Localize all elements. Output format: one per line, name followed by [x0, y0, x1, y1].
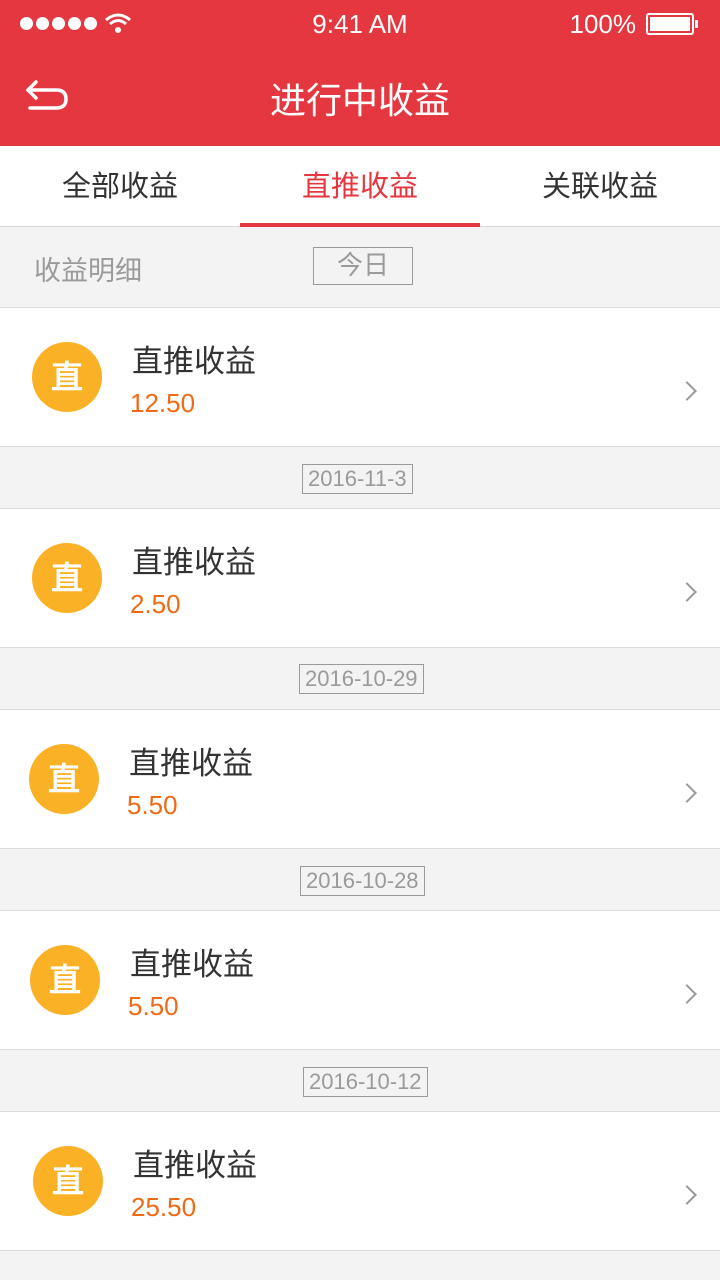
list-item[interactable]: 直 直推收益 5.50: [0, 910, 720, 1050]
item-amount: 5.50: [127, 790, 178, 820]
date-separator: 2016-10-29: [299, 664, 424, 694]
top-bar: 9:41 AM 100% 进行中收益: [0, 0, 720, 146]
item-title: 直推收益: [132, 344, 256, 380]
item-title: 直推收益: [132, 545, 256, 581]
list-item[interactable]: 直 直推收益 5.50: [0, 709, 720, 849]
date-filter-button[interactable]: 今日: [313, 247, 413, 285]
list-item[interactable]: 直 直推收益 2.50: [0, 508, 720, 648]
chevron-right-icon: [677, 381, 697, 401]
section-header: 收益明细 今日: [0, 227, 720, 307]
item-title: 直推收益: [130, 947, 254, 983]
status-bar: 9:41 AM 100%: [0, 0, 720, 50]
item-amount: 25.50: [131, 1192, 197, 1222]
chevron-right-icon: [677, 984, 697, 1004]
tab-bar: 全部收益 直推收益 关联收益: [0, 146, 720, 227]
chevron-right-icon: [677, 582, 697, 602]
direct-badge-icon: 直: [32, 342, 102, 412]
page-title: 进行中收益: [269, 81, 450, 122]
item-title: 直推收益: [129, 746, 253, 782]
chevron-right-icon: [677, 1185, 697, 1205]
direct-badge-icon: 直: [33, 1146, 103, 1216]
item-amount: 12.50: [130, 388, 196, 418]
direct-badge-icon: 直: [30, 945, 100, 1015]
chevron-right-icon: [677, 783, 697, 803]
date-separator: 2016-11-3: [302, 464, 413, 494]
section-label: 收益明细: [34, 256, 142, 287]
item-amount: 5.50: [128, 991, 179, 1021]
date-separator: 2016-10-28: [300, 866, 425, 896]
battery-percentage: 100%: [569, 9, 637, 39]
date-separator: 2016-10-12: [303, 1067, 428, 1097]
battery-icon: [646, 13, 698, 35]
item-title: 直推收益: [133, 1148, 257, 1184]
tab-all-earnings[interactable]: 全部收益: [0, 146, 240, 226]
direct-badge-icon: 直: [29, 744, 99, 814]
item-amount: 2.50: [130, 589, 181, 619]
list-item[interactable]: 直 直推收益 12.50: [0, 307, 720, 447]
tab-related-earnings[interactable]: 关联收益: [480, 146, 720, 226]
list-item[interactable]: 直 直推收益 25.50: [0, 1111, 720, 1251]
direct-badge-icon: 直: [32, 543, 102, 613]
tab-direct-earnings[interactable]: 直推收益: [240, 146, 480, 227]
